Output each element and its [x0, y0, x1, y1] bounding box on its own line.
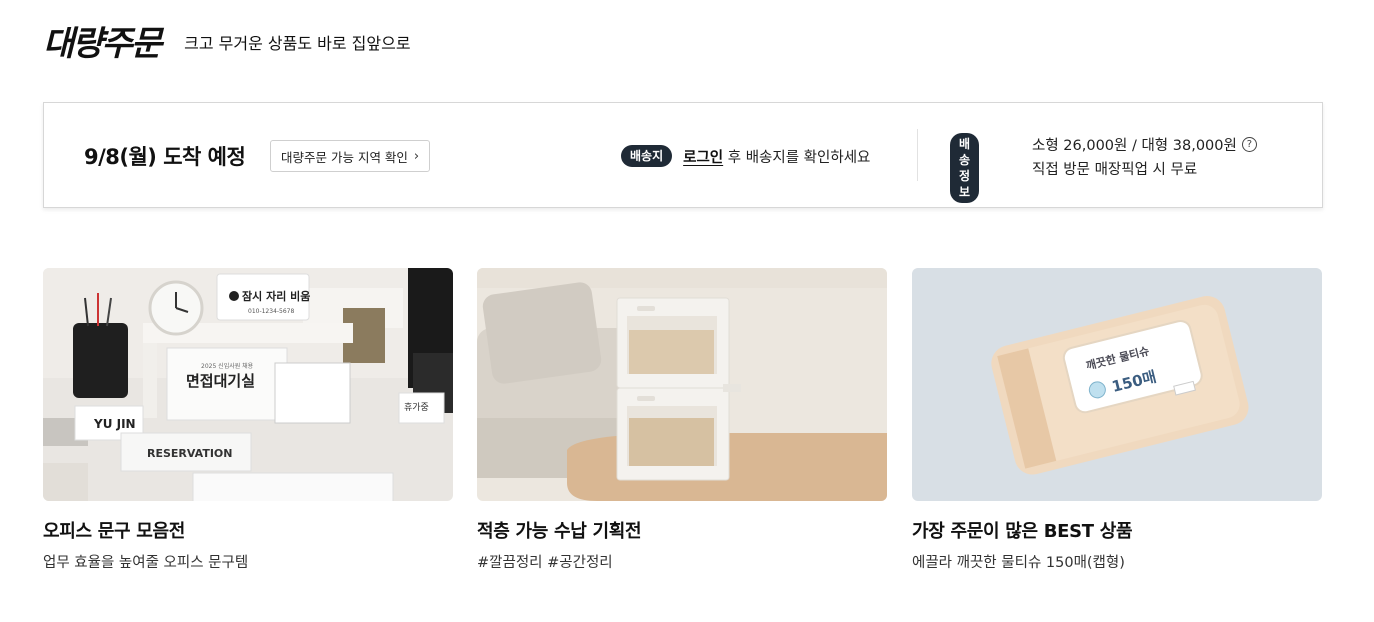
promo-card-storage[interactable]: 적층 가능 수납 기획전 #깔끔정리 #공간정리 [477, 268, 887, 572]
address-prompt: 후 배송지를 확인하세요 [727, 149, 871, 166]
sign-text: 잠시 자리 비움 [242, 289, 310, 303]
reservation-text: RESERVATION [147, 447, 232, 460]
shipping-info-badge: 배송정보 [950, 133, 980, 203]
bulk-order-tagline: 크고 무거운 상품도 바로 집앞으로 [184, 34, 411, 53]
promo-card-office[interactable]: 잠시 자리 비움 010-1234-5678 2025 신입사원 채용 면접대기… [43, 268, 453, 572]
nameplate-text: YU JIN [93, 417, 136, 431]
arrival-date: 9/8(월) 도착 예정 [84, 145, 246, 169]
shipping-fee-text: 소형 26,000원 / 대형 38,000원 [1032, 138, 1237, 154]
promo-card-title[interactable]: 가장 주문이 많은 BEST 상품 [912, 517, 1322, 543]
office-supplies-image[interactable]: 잠시 자리 비움 010-1234-5678 2025 신입사원 채용 면접대기… [43, 268, 453, 501]
bulk-order-title: 대량주문 [43, 24, 162, 64]
region-check-button[interactable]: 대량주문 가능 지역 확인 › [270, 140, 431, 172]
promo-card-subtitle: 에끌라 깨끗한 물티슈 150매(캡형) [912, 555, 1125, 571]
region-check-label: 대량주문 가능 지역 확인 [281, 149, 408, 165]
plaque-top-text: 2025 신입사원 채용 [201, 362, 254, 370]
promo-card-subtitle: #깔끔정리 #공간정리 [477, 555, 613, 571]
wet-tissue-image[interactable]: 깨끗한 물티슈 150매 [912, 268, 1322, 501]
delivery-info-panel: 9/8(월) 도착 예정 대량주문 가능 지역 확인 › 배송지 로그인 후 배… [43, 102, 1323, 208]
sign-phone-text: 010-1234-5678 [248, 308, 295, 315]
page-header: 대량주문 크고 무거운 상품도 바로 집앞으로 [43, 22, 411, 66]
promo-card-title[interactable]: 적층 가능 수납 기획전 [477, 517, 887, 543]
panel-divider [917, 129, 918, 181]
promo-card-best[interactable]: 깨끗한 물티슈 150매 가장 주문이 많은 BEST 상품 에끌라 깨끗한 물… [912, 268, 1322, 572]
shipping-fee: 소형 26,000원 / 대형 38,000원 ? [1032, 134, 1257, 155]
shipping-address-badge: 배송지 [621, 145, 673, 167]
plaque-main-text: 면접대기실 [186, 372, 255, 390]
promo-card-subtitle: 업무 효율을 높여줄 오피스 문구템 [43, 555, 249, 571]
promo-card-title[interactable]: 오피스 문구 모음전 [43, 517, 453, 543]
login-link[interactable]: 로그인 [683, 150, 723, 166]
stackable-storage-image[interactable] [477, 268, 887, 501]
chevron-right-icon: › [413, 148, 420, 164]
shipping-address: 배송지 로그인 후 배송지를 확인하세요 [621, 145, 870, 167]
help-icon[interactable]: ? [1241, 137, 1257, 152]
small-tag-text: 휴가중 [404, 402, 429, 413]
pickup-info: 직접 방문 매장픽업 시 무료 [1032, 162, 1198, 178]
